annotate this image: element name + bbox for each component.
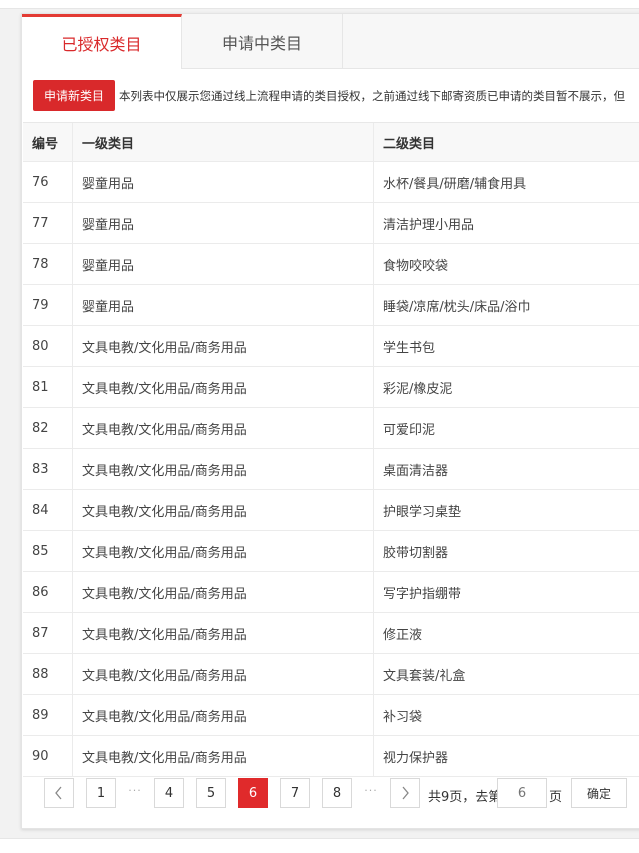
- apply-new-category-button[interactable]: 申请新类目: [33, 80, 115, 111]
- cell-id: 78: [23, 244, 73, 284]
- cell-level1: 婴童用品: [73, 203, 374, 243]
- chevron-left-icon: [55, 786, 62, 800]
- notice-bar: 申请新类目 本列表中仅展示您通过线上流程申请的类目授权，之前通过线下邮寄资质已申…: [22, 76, 639, 116]
- cell-id: 89: [23, 695, 73, 735]
- cell-level1: 文具电教/文化用品/商务用品: [73, 572, 374, 612]
- cell-level2: 胶带切割器: [383, 545, 449, 561]
- cell-id: 88: [23, 654, 73, 694]
- page-unit-text: 页: [549, 790, 563, 805]
- table-row: 84 文具电教/文化用品/商务用品 护眼学习桌垫: [23, 490, 639, 531]
- cell-level2: 补习袋: [383, 709, 423, 725]
- cell-level2: 可爱印泥: [383, 422, 436, 438]
- cell-level1: 文具电教/文化用品/商务用品: [73, 736, 374, 776]
- table-row: 88 文具电教/文化用品/商务用品 文具套装/礼盒: [23, 654, 639, 695]
- page-8-button[interactable]: 8: [322, 778, 352, 808]
- category-panel: 已授权类目 申请中类目 申请新类目 本列表中仅展示您通过线上流程申请的类目授权，…: [21, 13, 639, 829]
- table-row: 81 文具电教/文化用品/商务用品 彩泥/橡皮泥: [23, 367, 639, 408]
- cell-id: 82: [23, 408, 73, 448]
- cell-id: 84: [23, 490, 73, 530]
- cell-level2: 文具套装/礼盒: [383, 668, 466, 684]
- header-level2: 二级类目: [383, 136, 436, 152]
- page-6-button[interactable]: 6: [238, 778, 268, 808]
- table-row: 90 文具电教/文化用品/商务用品 视力保护器: [23, 736, 639, 777]
- cell-level2: 彩泥/橡皮泥: [383, 381, 453, 397]
- page-7-button[interactable]: 7: [280, 778, 310, 808]
- pagination-ellipsis-right: ···: [364, 784, 378, 797]
- cell-id: 81: [23, 367, 73, 407]
- table-row: 78 婴童用品 食物咬咬袋: [23, 244, 639, 285]
- table-body: 76 婴童用品 水杯/餐具/研磨/辅食用具 77 婴童用品 清洁护理小用品 78 婴童用品 食物…: [23, 162, 639, 777]
- page-4-button[interactable]: 4: [154, 778, 184, 808]
- cell-level1: 文具电教/文化用品/商务用品: [73, 695, 374, 735]
- pagination: 1 ··· 4 5 6 7 8 ··· 共9页，去第 页 确定: [22, 776, 639, 812]
- chevron-right-icon: [402, 786, 409, 800]
- cell-level2: 桌面清洁器: [383, 463, 449, 479]
- top-strip: [0, 0, 639, 9]
- table-row: 77 婴童用品 清洁护理小用品: [23, 203, 639, 244]
- table-row: 82 文具电教/文化用品/商务用品 可爱印泥: [23, 408, 639, 449]
- table-row: 85 文具电教/文化用品/商务用品 胶带切割器: [23, 531, 639, 572]
- cell-id: 76: [23, 162, 73, 202]
- page-1-button[interactable]: 1: [86, 778, 116, 808]
- table-row: 76 婴童用品 水杯/餐具/研磨/辅食用具: [23, 162, 639, 203]
- cell-level2: 修正液: [383, 627, 423, 643]
- cell-id: 87: [23, 613, 73, 653]
- cell-level2: 清洁护理小用品: [383, 217, 475, 233]
- tab-bar: 已授权类目 申请中类目: [22, 14, 639, 69]
- category-table: 编号 一级类目 二级类目 76 婴童用品 水杯/餐具/研磨/辅食用具 77 婴童用品 清洁…: [23, 122, 639, 777]
- cell-level1: 文具电教/文化用品/商务用品: [73, 531, 374, 571]
- pagination-ellipsis-left: ···: [128, 784, 142, 797]
- prev-page-button[interactable]: [44, 778, 74, 808]
- cell-level2: 学生书包: [383, 340, 436, 356]
- next-page-button[interactable]: [390, 778, 420, 808]
- cell-level1: 文具电教/文化用品/商务用品: [73, 367, 374, 407]
- table-row: 80 文具电教/文化用品/商务用品 学生书包: [23, 326, 639, 367]
- cell-level2: 视力保护器: [383, 750, 449, 766]
- cell-id: 90: [23, 736, 73, 776]
- cell-level2: 护眼学习桌垫: [383, 504, 462, 520]
- total-pages-text: 共9页，去第: [428, 790, 502, 805]
- table-row: 87 文具电教/文化用品/商务用品 修正液: [23, 613, 639, 654]
- tab-authorized-categories[interactable]: 已授权类目: [22, 14, 182, 69]
- table-row: 89 文具电教/文化用品/商务用品 补习袋: [23, 695, 639, 736]
- cell-level1: 文具电教/文化用品/商务用品: [73, 654, 374, 694]
- table-row: 83 文具电教/文化用品/商务用品 桌面清洁器: [23, 449, 639, 490]
- cell-id: 80: [23, 326, 73, 366]
- cell-id: 79: [23, 285, 73, 325]
- page-5-button[interactable]: 5: [196, 778, 226, 808]
- table-row: 79 婴童用品 睡袋/凉席/枕头/床品/浴巾: [23, 285, 639, 326]
- cell-level2: 水杯/餐具/研磨/辅食用具: [383, 176, 527, 192]
- table-row: 86 文具电教/文化用品/商务用品 写字护指绷带: [23, 572, 639, 613]
- cell-level1: 婴童用品: [73, 162, 374, 202]
- notice-text: 本列表中仅展示您通过线上流程申请的类目授权，之前通过线下邮寄资质已申请的类目暂不…: [119, 89, 625, 103]
- tab-pending-categories[interactable]: 申请中类目: [182, 14, 343, 68]
- cell-level1: 文具电教/文化用品/商务用品: [73, 490, 374, 530]
- cell-level1: 文具电教/文化用品/商务用品: [73, 449, 374, 489]
- bottom-strip: [0, 838, 639, 853]
- cell-level2: 写字护指绷带: [383, 586, 462, 602]
- cell-level2: 睡袋/凉席/枕头/床品/浴巾: [383, 299, 531, 315]
- cell-id: 86: [23, 572, 73, 612]
- cell-id: 83: [23, 449, 73, 489]
- header-level1: 一级类目: [73, 123, 374, 161]
- header-id: 编号: [23, 123, 73, 161]
- cell-level1: 婴童用品: [73, 285, 374, 325]
- cell-level1: 婴童用品: [73, 244, 374, 284]
- table-header: 编号 一级类目 二级类目: [23, 123, 639, 162]
- goto-page-input[interactable]: [497, 778, 547, 808]
- cell-level2: 食物咬咬袋: [383, 258, 449, 274]
- cell-level1: 文具电教/文化用品/商务用品: [73, 613, 374, 653]
- confirm-goto-button[interactable]: 确定: [571, 778, 627, 808]
- cell-level1: 文具电教/文化用品/商务用品: [73, 326, 374, 366]
- cell-id: 85: [23, 531, 73, 571]
- cell-level1: 文具电教/文化用品/商务用品: [73, 408, 374, 448]
- cell-id: 77: [23, 203, 73, 243]
